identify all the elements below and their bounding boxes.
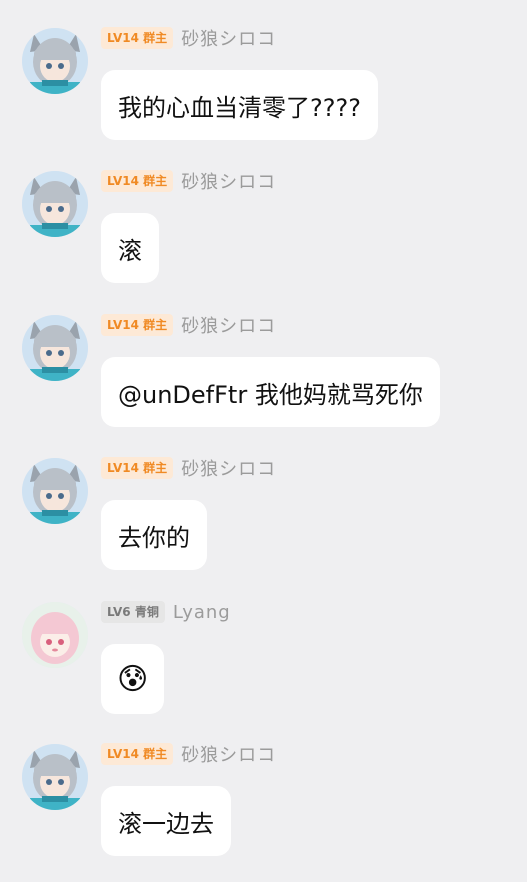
level-text: LV14 <box>107 461 139 475</box>
message-bubble[interactable]: @unDefFtr 我他妈就骂死你 <box>101 357 440 427</box>
role-text: 群主 <box>143 31 168 45</box>
sender-nickname[interactable]: 砂狼シロコ <box>181 312 276 338</box>
level-badge: LV14 群主 <box>101 743 174 765</box>
message-header: LV14 群主 砂狼シロコ <box>101 26 276 50</box>
chat-message: LV6 青铜 Lyang 😰 <box>0 600 527 740</box>
role-text: 青铜 <box>134 605 159 619</box>
user-avatar[interactable] <box>22 744 88 810</box>
message-header: LV14 群主 砂狼シロコ <box>101 169 276 193</box>
chat-message: LV14 群主 砂狼シロコ 我的心血当清零了???? <box>0 26 527 166</box>
level-badge: LV14 群主 <box>101 314 174 336</box>
user-avatar[interactable] <box>22 458 88 524</box>
level-text: LV14 <box>107 174 139 188</box>
message-text: 滚一边去 <box>118 809 214 838</box>
sender-nickname[interactable]: Lyang <box>173 602 231 623</box>
level-text: LV14 <box>107 31 139 45</box>
shiroko-avatar-icon <box>22 315 88 381</box>
message-text: 滚 <box>118 236 142 265</box>
user-avatar[interactable] <box>22 315 88 381</box>
chat-message: LV14 群主 砂狼シロコ 滚一边去 <box>0 742 527 882</box>
message-bubble[interactable]: 滚一边去 <box>101 786 231 856</box>
role-text: 群主 <box>143 318 168 332</box>
user-avatar[interactable] <box>22 602 88 668</box>
message-header: LV6 青铜 Lyang <box>101 600 231 624</box>
message-header: LV14 群主 砂狼シロコ <box>101 456 276 480</box>
message-text: @unDefFtr 我他妈就骂死你 <box>118 380 423 409</box>
user-avatar[interactable] <box>22 28 88 94</box>
level-text: LV14 <box>107 747 139 761</box>
chat-message: LV14 群主 砂狼シロコ 去你的 <box>0 456 527 596</box>
lyang-avatar-icon <box>22 602 88 668</box>
message-bubble[interactable]: 我的心血当清零了???? <box>101 70 378 140</box>
message-bubble[interactable]: 😰 <box>101 644 165 714</box>
sender-nickname[interactable]: 砂狼シロコ <box>181 25 276 51</box>
level-badge: LV14 群主 <box>101 170 174 192</box>
chat-message-list: LV14 群主 砂狼シロコ 我的心血当清零了???? LV14 群主 砂狼シロコ… <box>0 0 527 882</box>
level-badge: LV14 群主 <box>101 457 174 479</box>
user-avatar[interactable] <box>22 171 88 237</box>
chat-message: LV14 群主 砂狼シロコ 滚 <box>0 169 527 309</box>
message-bubble[interactable]: 滚 <box>101 213 159 283</box>
chat-message: LV14 群主 砂狼シロコ @unDefFtr 我他妈就骂死你 <box>0 313 527 453</box>
message-text: 我的心血当清零了???? <box>118 93 361 122</box>
shiroko-avatar-icon <box>22 458 88 524</box>
message-bubble[interactable]: 去你的 <box>101 500 207 570</box>
level-text: LV14 <box>107 318 139 332</box>
sender-nickname[interactable]: 砂狼シロコ <box>181 455 276 481</box>
role-text: 群主 <box>143 174 168 188</box>
level-badge: LV6 青铜 <box>101 601 165 623</box>
anxious-sweat-emoji-icon: 😰 <box>117 661 149 697</box>
sender-nickname[interactable]: 砂狼シロコ <box>181 741 276 767</box>
level-text: LV6 <box>107 605 131 619</box>
shiroko-avatar-icon <box>22 744 88 810</box>
message-header: LV14 群主 砂狼シロコ <box>101 742 276 766</box>
shiroko-avatar-icon <box>22 28 88 94</box>
sender-nickname[interactable]: 砂狼シロコ <box>181 168 276 194</box>
role-text: 群主 <box>143 747 168 761</box>
message-text: 去你的 <box>118 523 190 552</box>
role-text: 群主 <box>143 461 168 475</box>
level-badge: LV14 群主 <box>101 27 174 49</box>
shiroko-avatar-icon <box>22 171 88 237</box>
message-header: LV14 群主 砂狼シロコ <box>101 313 276 337</box>
